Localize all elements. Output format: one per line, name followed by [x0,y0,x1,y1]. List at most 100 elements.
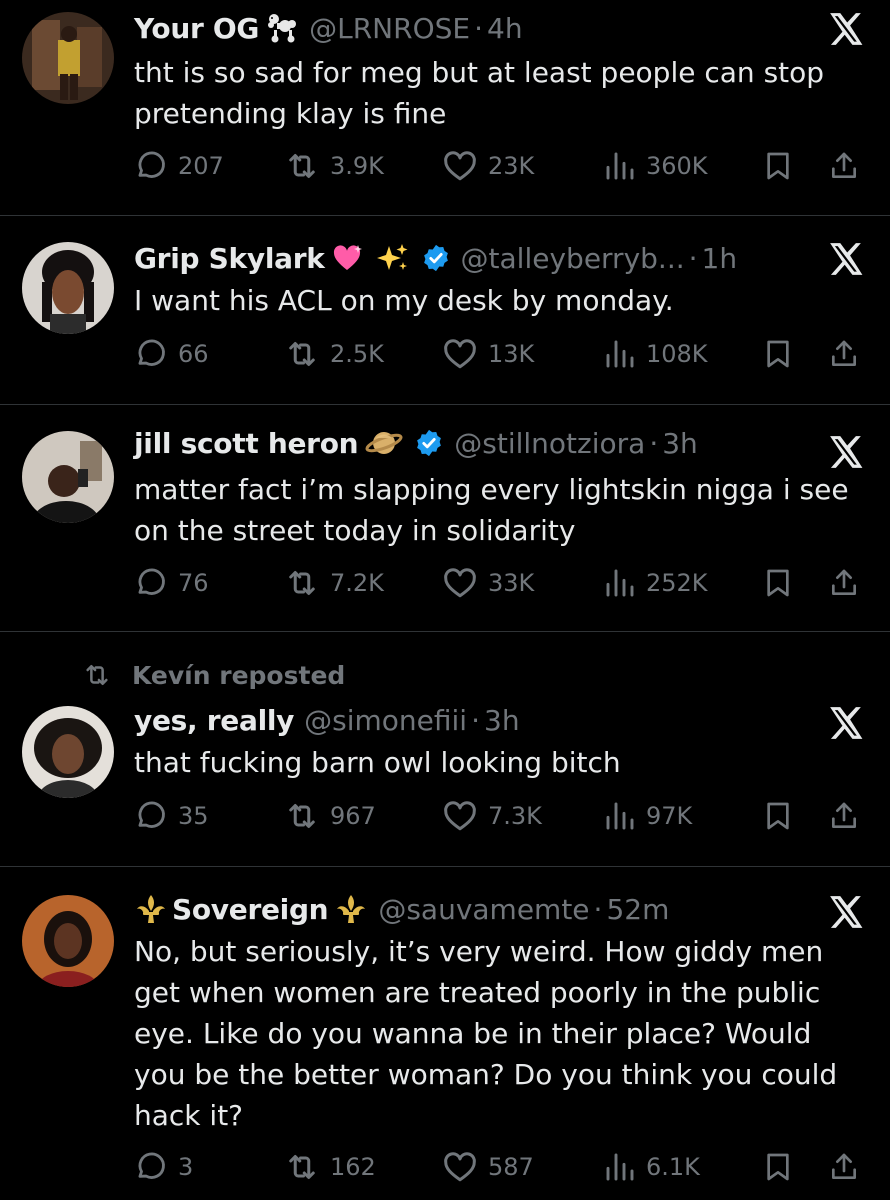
reply-icon [134,566,168,600]
action-bar: 76 7.2K 33K 252K [134,563,874,603]
views-button[interactable]: 252K [604,563,708,603]
bookmark-button[interactable] [762,334,804,374]
verified-badge-icon[interactable] [421,243,451,273]
like-button[interactable]: 13K [442,334,534,374]
repost-context-label: Kevín reposted [132,660,346,690]
tweet-text: tht is so sad for meg but at least peopl… [134,56,825,130]
repost-icon [284,565,320,601]
action-bar: 35 967 7.3K 97K [134,796,874,836]
heart-icon [442,1149,478,1185]
share-button[interactable] [828,796,870,836]
views-button[interactable]: 360K [604,146,708,186]
display-name[interactable]: Grip Skylark [134,242,325,275]
avatar[interactable] [22,12,114,104]
like-count: 23K [488,152,535,180]
separator-dot: · [593,892,603,926]
like-button[interactable]: 7.3K [442,796,542,836]
avatar[interactable] [22,706,114,798]
fleur-de-lis-emoji-icon [134,893,168,925]
timestamp[interactable]: 3h [662,427,698,460]
timestamp[interactable]: 1h [702,242,738,275]
timestamp[interactable]: 4h [487,12,523,45]
tweet-text: matter fact i’m slapping every lightskin… [134,473,849,547]
repost-button[interactable]: 2.5K [284,334,384,374]
user-handle[interactable]: @sauvamemte [378,893,589,926]
user-handle[interactable]: @stillnotziora [454,427,645,460]
share-icon [828,337,860,371]
repost-count: 162 [330,1153,376,1181]
heart-icon [442,565,478,601]
like-button[interactable]: 33K [442,563,534,603]
share-button[interactable] [828,563,870,603]
share-button[interactable] [828,334,870,374]
tweet-text: I want his ACL on my desk by monday. [134,284,674,317]
timestamp[interactable]: 3h [484,704,520,737]
tweet[interactable]: jill scott heron @stillnotziora · 3h mat… [0,405,890,631]
share-button[interactable] [828,146,870,186]
tweet-header: Your OG @LRNROSE · 4h [134,10,790,46]
tweet-header: jill scott heron @stillnotziora · 3h [134,425,790,461]
tweet[interactable]: Grip Skylark @talleyberryb... · 1h I wan… [0,216,890,404]
x-logo-icon[interactable] [826,240,864,278]
bookmark-button[interactable] [762,146,804,186]
reply-count: 66 [178,340,209,368]
share-button[interactable] [828,1147,870,1187]
action-bar: 207 3.9K 23K 360K [134,146,874,186]
display-name[interactable]: Sovereign [172,893,329,926]
repost-button[interactable]: 3.9K [284,146,384,186]
user-handle[interactable]: @talleyberryb... [461,242,685,275]
x-logo-icon[interactable] [826,10,864,48]
reply-icon [134,149,168,183]
views-icon [604,800,636,832]
x-logo-icon[interactable] [826,433,864,471]
timestamp[interactable]: 52m [606,893,669,926]
display-name[interactable]: yes, really [134,704,294,737]
tweet[interactable]: Kevín reposted yes, really @simonefiii ·… [0,632,890,866]
reply-button[interactable]: 207 [134,146,224,186]
repost-count: 967 [330,802,376,830]
reply-icon [134,337,168,371]
display-name[interactable]: Your OG [134,12,259,45]
repost-context[interactable]: Kevín reposted [82,660,345,690]
like-button[interactable]: 23K [442,146,534,186]
user-handle[interactable]: @simonefiii [304,704,467,737]
heart-icon [442,798,478,834]
avatar[interactable] [22,242,114,334]
repost-count: 3.9K [330,152,384,180]
reply-count: 207 [178,152,224,180]
like-button[interactable]: 587 [442,1147,534,1187]
view-count: 252K [646,569,708,597]
user-handle[interactable]: @LRNROSE [309,12,470,45]
views-button[interactable]: 97K [604,796,692,836]
display-name[interactable]: jill scott heron [134,427,359,460]
sparkles-emoji-icon [375,242,409,274]
views-button[interactable]: 6.1K [604,1147,700,1187]
separator-dot: · [688,241,698,275]
repost-icon [284,148,320,184]
reply-button[interactable]: 3 [134,1147,193,1187]
x-logo-icon[interactable] [826,704,864,742]
reply-button[interactable]: 35 [134,796,209,836]
bookmark-button[interactable] [762,1147,804,1187]
avatar[interactable] [22,895,114,987]
view-count: 108K [646,340,708,368]
reply-icon [134,799,168,833]
verified-badge-icon[interactable] [414,428,444,458]
views-icon [604,567,636,599]
reply-button[interactable]: 66 [134,334,209,374]
repost-button[interactable]: 162 [284,1147,376,1187]
bookmark-button[interactable] [762,563,804,603]
tweet[interactable]: Your OG @LRNROSE · 4h tht is so sad for … [0,0,890,215]
tweet[interactable]: Sovereign @sauvamemte · 52m No, but seri… [0,867,890,1200]
avatar[interactable] [22,431,114,523]
repost-button[interactable]: 967 [284,796,376,836]
share-icon [828,149,860,183]
view-count: 360K [646,152,708,180]
bookmark-button[interactable] [762,796,804,836]
reply-button[interactable]: 76 [134,563,209,603]
share-icon [828,799,860,833]
repost-button[interactable]: 7.2K [284,563,384,603]
tweet-text: that fucking barn owl looking bitch [134,746,621,779]
views-button[interactable]: 108K [604,334,708,374]
x-logo-icon[interactable] [826,893,864,931]
